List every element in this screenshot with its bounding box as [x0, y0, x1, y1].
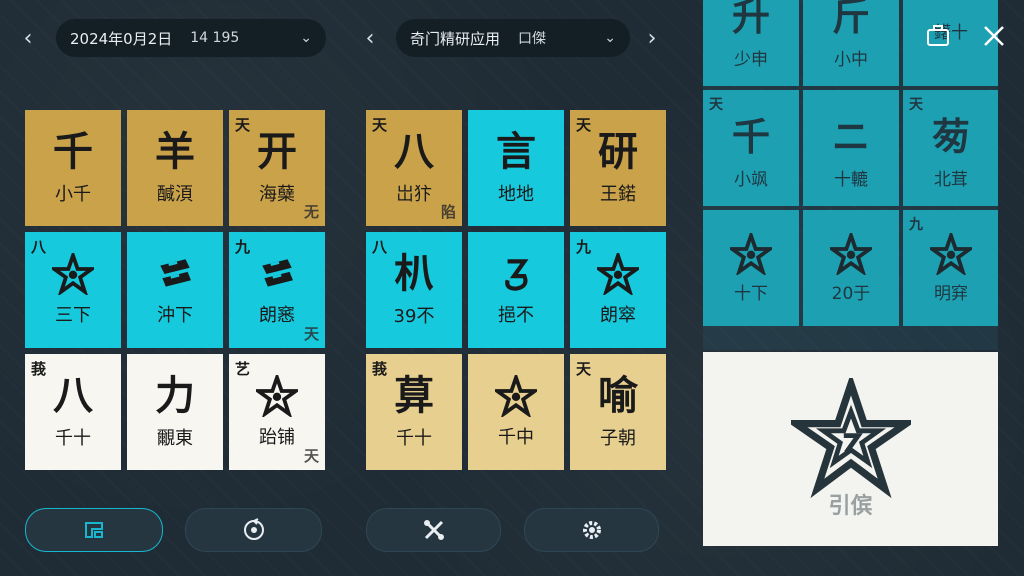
corner-label: 莪 — [31, 360, 47, 378]
palace-cell[interactable]: 艺跆铺天 — [229, 354, 325, 470]
palace-cell[interactable]: 八三下 — [25, 232, 121, 348]
palace-cell[interactable]: 千中 — [468, 354, 564, 470]
main-glyph: 八 — [394, 128, 434, 175]
corner-label: 八 — [31, 238, 47, 256]
corner-br-label: 无 — [303, 203, 319, 221]
corner-label: 天 — [372, 116, 388, 134]
gear-icon — [582, 521, 601, 539]
corner-label: 天 — [576, 360, 592, 378]
corner-label: 天 — [235, 116, 251, 134]
right-preview-panel: 升少申斤小中 鐯十天千小飒ニ十轆天茐北茸 十下 20于九明穽 引傧 — [703, 0, 998, 546]
date-selector[interactable]: 2024年0月2日 14 195 ⌄ — [56, 19, 326, 57]
main-glyph: 喻 — [598, 372, 638, 419]
palace-cell[interactable]: 莪八千十 — [25, 354, 121, 470]
chevron-down-icon: ⌄ — [604, 30, 616, 46]
star-emblem-icon — [790, 378, 911, 498]
star-icon — [495, 375, 537, 417]
sub-label: 千中 — [498, 427, 534, 448]
settings-button[interactable] — [524, 508, 659, 552]
palace-cell[interactable]: 沖下 — [127, 232, 223, 348]
next-arrow-icon[interactable]: › — [638, 24, 666, 52]
corner-label: 九 — [576, 238, 592, 256]
left-header: ‹ 2024年0月2日 14 195 ⌄ — [14, 18, 326, 58]
palace-cell[interactable]: 八朳 39不 — [366, 232, 462, 348]
palace-cell[interactable]: 力覼東 — [127, 354, 223, 470]
main-glyph: 言 — [496, 128, 536, 175]
main-glyph: 八 — [53, 372, 93, 419]
sub-label: 子朝 — [600, 428, 636, 449]
palace-cell[interactable]: 天喻子朝 — [570, 354, 666, 470]
rotate-button[interactable] — [185, 508, 322, 552]
sub-label: 王鍩 — [600, 184, 636, 205]
method-sub: 口傑 — [518, 31, 547, 47]
right-panel-overlay — [703, 0, 998, 350]
corner-label: 九 — [235, 238, 251, 256]
sub-label: 朗窣 — [600, 305, 636, 326]
corner-br-label: 天 — [303, 447, 319, 465]
method-title: 奇门精研应用 — [410, 29, 501, 48]
main-glyph: 开 — [257, 128, 297, 175]
rotate-icon — [243, 518, 264, 540]
palace-cell[interactable]: 挹不 — [468, 232, 564, 348]
sub-label: 千十 — [396, 428, 432, 449]
star-icon — [256, 375, 298, 417]
main-glyph: 研 — [598, 128, 638, 175]
sub-label: 39不 — [393, 306, 435, 327]
sub-label: 跆铺 — [259, 427, 295, 448]
chevron-down-icon: ⌄ — [300, 30, 312, 46]
palace-cell[interactable]: 九朗窣 — [570, 232, 666, 348]
corner-label: 天 — [576, 116, 592, 134]
swirl-icon — [495, 253, 537, 295]
sub-label: 小千 — [55, 184, 91, 205]
close-icon[interactable] — [980, 22, 1008, 50]
palace-cell[interactable]: 羊醎湏 — [127, 110, 223, 226]
date-text: 2024年0月2日 — [70, 29, 173, 48]
main-glyph: 羊 — [155, 128, 195, 175]
sub-label: 岀犿 — [396, 184, 432, 205]
left-palace-grid: 千小千羊醎湏天开海蘖无八三下 沖下九朗窸天莪八千十力覼東艺跆铺天 — [25, 110, 325, 470]
palace-cell[interactable]: 天开海蘖无 — [229, 110, 325, 226]
sub-label: 海蘖 — [259, 184, 295, 205]
sub-label: 覼東 — [157, 428, 193, 449]
main-glyph: 力 — [155, 372, 195, 419]
main-glyph: 朳 — [394, 250, 434, 297]
layout-icon — [85, 522, 103, 538]
method-selector[interactable]: 奇门精研应用 口傑 ⌄ — [396, 19, 630, 57]
sub-label: 朗窸 — [259, 305, 295, 326]
sub-label: 地地 — [498, 184, 534, 205]
prev-arrow-icon[interactable]: ‹ — [356, 24, 384, 52]
prev-date-arrow-icon[interactable]: ‹ — [14, 24, 42, 52]
palace-cell[interactable]: 天八岀犿陷 — [366, 110, 462, 226]
corner-label: 八 — [372, 238, 388, 256]
palace-cell[interactable]: 天研王鍩 — [570, 110, 666, 226]
corner-label: 艺 — [235, 360, 251, 378]
corner-br-label: 天 — [303, 325, 319, 343]
layout-button[interactable] — [25, 508, 163, 552]
right-panel-focus[interactable]: 引傧 — [703, 352, 998, 546]
time-text: 14 195 — [190, 30, 240, 46]
sub-label: 挹不 — [498, 305, 534, 326]
main-glyph: 千 — [53, 128, 93, 175]
sub-label: 沖下 — [157, 305, 193, 326]
star-icon — [597, 253, 639, 295]
star-icon — [52, 253, 94, 295]
tools-button[interactable] — [366, 508, 501, 552]
sub-label: 三下 — [55, 305, 91, 326]
mid-header: ‹ 奇门精研应用 口傑 ⌄ › — [356, 18, 666, 58]
copy-window-icon[interactable] — [924, 22, 952, 50]
corner-br-label: 陷 — [440, 203, 456, 221]
mid-palace-grid: 天八岀犿陷言地地天研王鍩八朳 39不 挹不九朗窣莪萛千十 千中天喻子朝 — [366, 110, 666, 470]
palace-cell[interactable]: 言地地 — [468, 110, 564, 226]
palace-cell[interactable]: 莪萛千十 — [366, 354, 462, 470]
palace-cell[interactable]: 九朗窸天 — [229, 232, 325, 348]
tools-icon — [423, 520, 444, 540]
sub-label: 千十 — [55, 428, 91, 449]
bars-icon — [154, 253, 196, 295]
sub-label: 醎湏 — [157, 184, 193, 205]
corner-label: 莪 — [372, 360, 388, 378]
main-glyph: 萛 — [394, 372, 434, 419]
palace-cell[interactable]: 千小千 — [25, 110, 121, 226]
focus-label: 引傧 — [828, 494, 873, 519]
bars-icon — [256, 253, 298, 295]
